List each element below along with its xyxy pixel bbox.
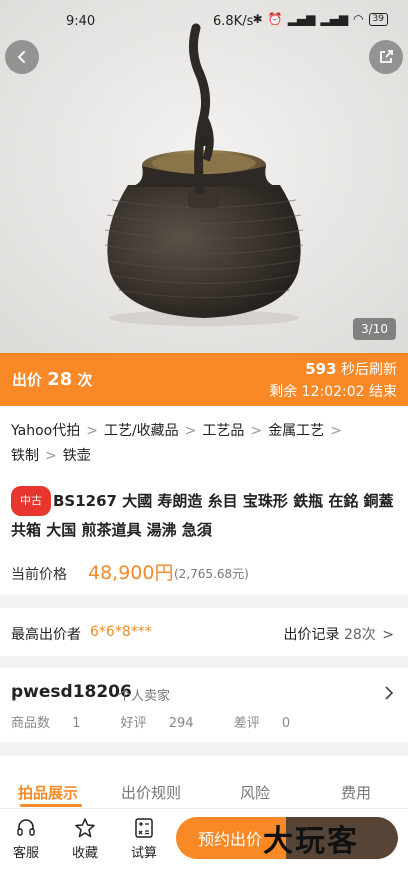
signal-icon: ▂▄▆ xyxy=(320,12,349,26)
image-counter: 3/10 xyxy=(353,318,396,340)
chevron-right-icon: > xyxy=(86,423,98,439)
reserve-bid-label: 预约出价 xyxy=(198,830,263,849)
bid-count-unit: 次 xyxy=(77,371,93,389)
tab-fees[interactable]: 费用 xyxy=(341,782,371,803)
seller-bad-label: 差评 xyxy=(233,716,260,731)
condition-tag: 中古 xyxy=(11,486,51,516)
chevron-left-icon xyxy=(17,51,25,63)
product-image-gallery[interactable]: 9:40 6.8K/s ✱ ⏰ ▂▄▆ ▂▄▆ ◠ 39 3/10 xyxy=(0,0,408,353)
refresh-countdown: 593 秒后刷新 xyxy=(305,359,397,379)
star-icon xyxy=(75,818,95,838)
breadcrumb-item[interactable]: 工艺/收藏品 xyxy=(104,423,179,439)
back-button[interactable] xyxy=(5,40,39,74)
remaining-label: 剩余 xyxy=(269,384,298,400)
seller-type: 个人卖家 xyxy=(118,689,171,704)
seller-items-label: 商品数 xyxy=(11,716,51,731)
breadcrumb-item[interactable]: 铁制 xyxy=(11,448,39,464)
calculator-icon xyxy=(135,818,153,838)
seller-name: pwesd18206 xyxy=(11,682,132,702)
bluetooth-icon: ✱ xyxy=(252,12,263,26)
chevron-right-icon: > xyxy=(382,627,394,643)
breadcrumb-item[interactable]: 铁壶 xyxy=(63,448,91,464)
status-time: 9:40 xyxy=(66,14,96,29)
price-label: 当前价格 xyxy=(11,567,67,583)
item-title-text: BS1267 大國 寿朗造 糸目 宝珠形 鉄瓶 在銘 銅蓋 共箱 大国 煎茶道具… xyxy=(11,492,394,539)
battery-icon: 39 xyxy=(368,12,388,26)
highest-bidder-row[interactable]: 最高出价者 6*6*8*** 出价记录 28次 > xyxy=(0,608,408,656)
bid-records-link[interactable]: 出价记录 28次 > xyxy=(284,624,394,644)
remaining-time-value: 12:02:02 xyxy=(301,384,365,400)
bid-count: 出价 28 次 xyxy=(12,369,93,390)
refresh-seconds: 593 xyxy=(305,360,337,378)
chevron-right-icon: > xyxy=(45,448,57,464)
wifi-icon: ◠ xyxy=(353,12,364,26)
bid-count-value: 28 xyxy=(47,369,73,390)
seller-good-label: 好评 xyxy=(120,716,147,731)
status-icons: ✱ ⏰ ▂▄▆ ▂▄▆ ◠ 39 xyxy=(253,12,388,26)
breadcrumb: Yahoo代拍 > 工艺/收藏品 > 工艺品 > 金属工艺 > 铁制 > 铁壶 xyxy=(11,419,401,469)
seller-bad-reviews: 差评 0 xyxy=(234,716,308,731)
breadcrumb-item[interactable]: Yahoo代拍 xyxy=(11,423,80,439)
status-bar: 9:40 6.8K/s ✱ ⏰ ▂▄▆ ▂▄▆ ◠ 39 xyxy=(0,0,408,44)
favorite-label: 收藏 xyxy=(71,846,98,861)
headset-icon xyxy=(17,819,35,836)
seller-items: 商品数 1 xyxy=(11,716,98,731)
breadcrumb-item[interactable]: 工艺品 xyxy=(202,423,244,439)
tab-risk[interactable]: 风险 xyxy=(240,782,270,803)
seller-good-reviews: 好评 294 xyxy=(121,716,212,731)
refresh-text: 秒后刷新 xyxy=(341,362,397,378)
share-icon xyxy=(380,50,393,63)
product-photo-iron-kettle xyxy=(0,0,408,353)
bid-records-label: 出价记录 xyxy=(283,627,340,643)
highest-bidder-label: 最高出价者 xyxy=(11,627,81,643)
alarm-icon: ⏰ xyxy=(267,12,283,26)
chevron-right-icon xyxy=(385,686,394,700)
item-title: 中古 BS1267 大國 寿朗造 糸目 宝珠形 鉄瓶 在銘 銅蓋 共箱 大国 煎茶… xyxy=(11,486,401,544)
tab-item-display[interactable]: 拍品展示 xyxy=(18,782,78,803)
calculator-button[interactable]: 试算 xyxy=(124,817,164,861)
item-info-card: Yahoo代拍 > 工艺/收藏品 > 工艺品 > 金属工艺 > 铁制 > 铁壶 中古 BS1267 大… xyxy=(0,406,408,595)
tab-bid-rules[interactable]: 出价规则 xyxy=(121,782,181,803)
remaining-time: 剩余 12:02:02 结束 xyxy=(269,381,397,401)
customer-service-label: 客服 xyxy=(12,846,39,861)
seller-card[interactable]: pwesd18206 个人卖家 商品数 1 好评 294 差评 0 xyxy=(0,668,408,742)
current-price: 48,900円 xyxy=(88,562,174,584)
auction-item-page: 9:40 6.8K/s ✱ ⏰ ▂▄▆ ▂▄▆ ◠ 39 3/10 出价 28 … xyxy=(0,0,408,883)
favorite-button[interactable]: 收藏 xyxy=(65,817,105,861)
seller-bad-count: 0 xyxy=(281,716,291,731)
calculator-label: 试算 xyxy=(130,846,157,861)
signal-icon: ▂▄▆ xyxy=(287,12,316,26)
ends-text: 结束 xyxy=(369,384,397,400)
seller-stats: 商品数 1 好评 294 差评 0 xyxy=(11,712,326,731)
seller-items-count: 1 xyxy=(72,716,81,731)
bid-records-count: 28次 xyxy=(343,627,376,643)
watermark: 大玩客 xyxy=(263,824,359,859)
share-button[interactable] xyxy=(369,40,403,74)
active-tab-indicator xyxy=(20,804,82,807)
breadcrumb-item[interactable]: 金属工艺 xyxy=(268,423,324,439)
chevron-right-icon: > xyxy=(250,423,263,439)
chevron-right-icon: > xyxy=(184,423,197,439)
status-net-speed: 6.8K/s xyxy=(213,14,254,29)
seller-good-count: 294 xyxy=(168,716,194,731)
bid-count-label: 出价 xyxy=(12,371,43,389)
highest-bidder-name: 6*6*8*** xyxy=(90,624,152,640)
chevron-right-icon: > xyxy=(330,423,342,439)
detail-tabs: 拍品展示 出价规则 风险 费用 xyxy=(0,756,408,808)
price-cny: (2,765.68元) xyxy=(174,567,249,581)
customer-service-button[interactable]: 客服 xyxy=(6,817,46,861)
bid-status-bar: 出价 28 次 593 秒后刷新 剩余 12:02:02 结束 xyxy=(0,353,408,406)
